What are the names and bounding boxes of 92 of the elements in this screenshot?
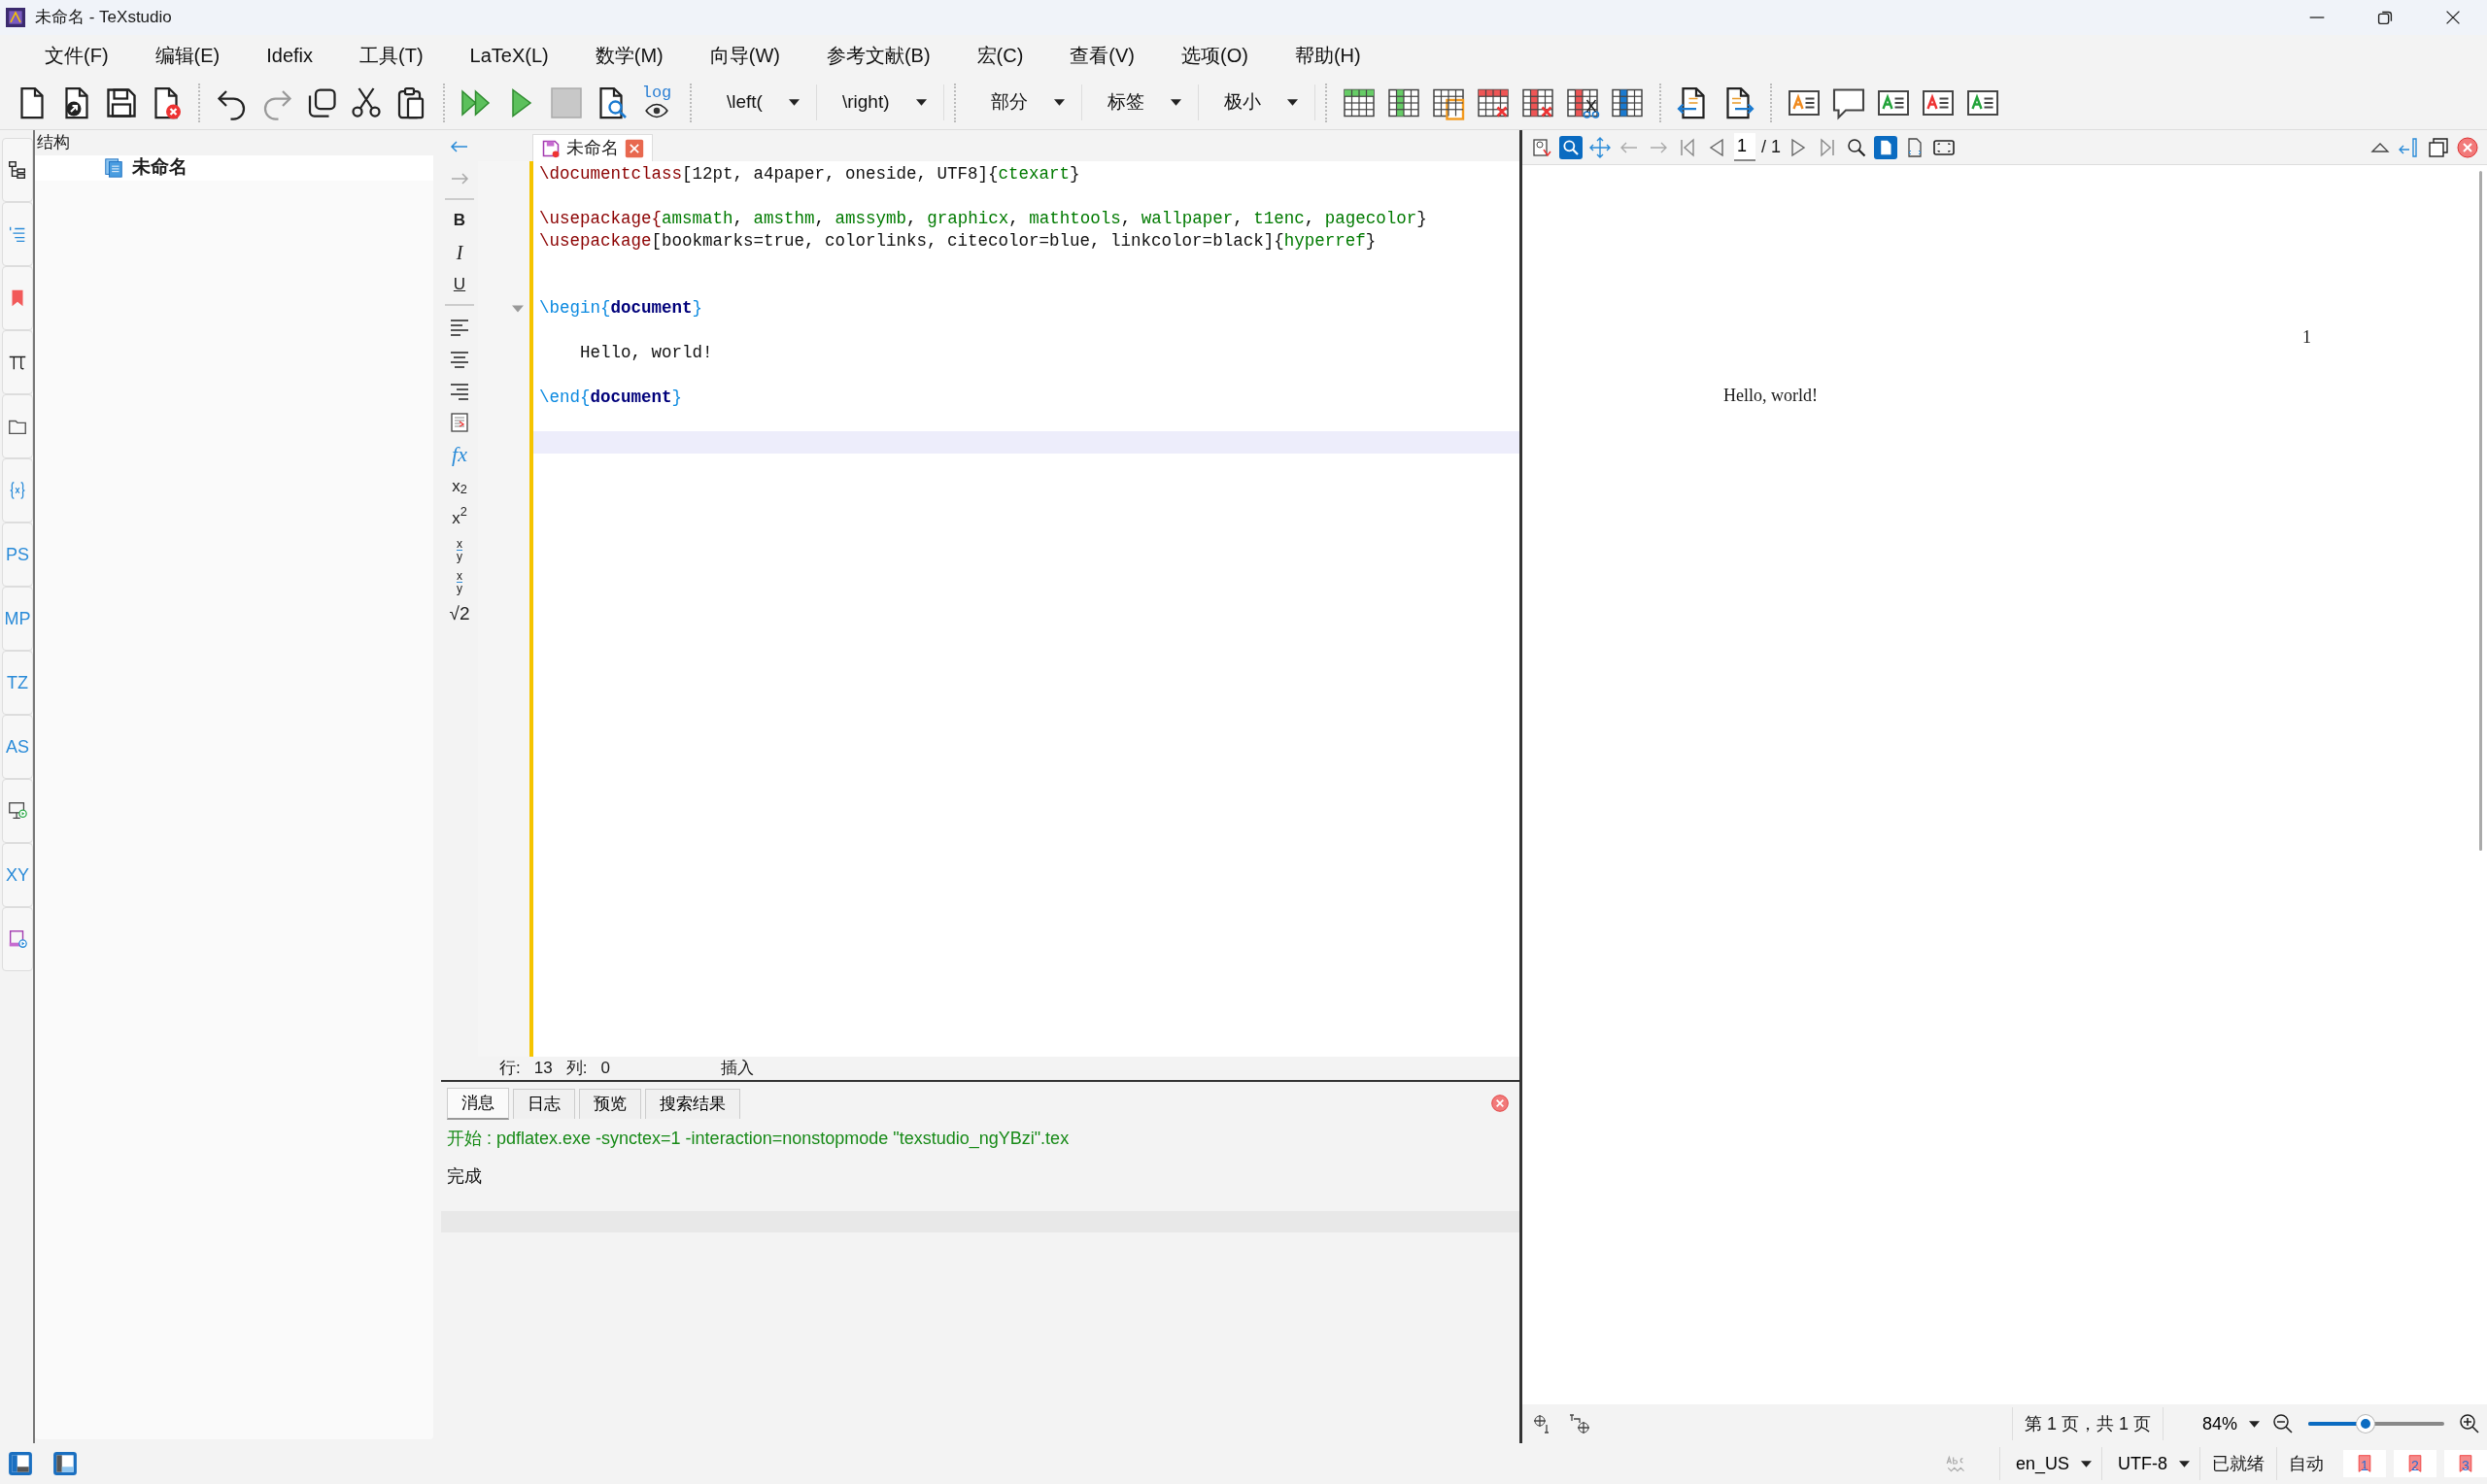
- page-number: 1: [2302, 326, 2311, 349]
- menu-item[interactable]: 工具(T): [336, 37, 447, 74]
- insert-mode: 插入: [720, 1058, 754, 1080]
- magnifier-icon[interactable]: [1559, 135, 1583, 159]
- column-label: 列:: [565, 1058, 588, 1080]
- code-line: \documentclass[12pt, a4paper, oneside, UTF8]{ctexart}: [538, 163, 1081, 186]
- menu-item[interactable]: 选项(O): [1158, 37, 1272, 74]
- fold-arrow-icon[interactable]: [512, 304, 524, 313]
- sync-to-pdf-icon[interactable]: [1569, 1412, 1592, 1435]
- caret-icon: [2081, 1460, 2092, 1467]
- message-tab[interactable]: 搜索结果: [645, 1089, 740, 1119]
- move-arrows-icon[interactable]: [1588, 135, 1612, 159]
- menu-item[interactable]: 帮助(H): [1271, 37, 1384, 74]
- zoom-out-icon[interactable]: [2271, 1412, 2295, 1435]
- math-button[interactable]: I: [445, 236, 474, 268]
- math-button[interactable]: x y: [445, 534, 474, 566]
- code-line: \begin{document}: [538, 297, 704, 320]
- fit-page-icon[interactable]: [1874, 135, 1897, 159]
- dropdown[interactable]: \left(: [701, 84, 817, 120]
- caret-icon: [2179, 1460, 2190, 1467]
- menu-item[interactable]: 向导(W): [686, 37, 803, 74]
- side-tab[interactable]: [2, 394, 33, 458]
- menu-item[interactable]: 查看(V): [1046, 37, 1159, 74]
- scroll-icon: [7, 928, 28, 950]
- zoom-in-icon[interactable]: [2458, 1412, 2481, 1435]
- mode-text: 自动: [2276, 1447, 2335, 1480]
- menu-item[interactable]: Idefix: [243, 37, 337, 74]
- save-icon: [541, 138, 561, 158]
- line-label: 行:: [499, 1058, 521, 1080]
- math-button[interactable]: x$^{2}$: [445, 502, 474, 534]
- panel-title: 结构: [36, 132, 71, 153]
- page-info: 第 1 页，共 1 页: [2011, 1407, 2163, 1440]
- menu-item[interactable]: 数学(M): [571, 37, 687, 74]
- side-tab[interactable]: [2, 779, 33, 843]
- scrollbar-thumb[interactable]: [2478, 171, 2482, 851]
- windows-icon[interactable]: [2427, 135, 2450, 159]
- menu-item[interactable]: 编辑(E): [131, 37, 244, 74]
- dropdown[interactable]: 标签: [1081, 84, 1199, 120]
- message-tab[interactable]: 消息: [447, 1088, 509, 1120]
- message-tab[interactable]: 日志: [513, 1089, 575, 1119]
- caret-icon: [788, 99, 800, 106]
- menu-item[interactable]: LaTeX(L): [446, 37, 572, 74]
- caret-icon: [1286, 99, 1298, 106]
- panel-toggle-icon[interactable]: [52, 1451, 78, 1476]
- code-line: \usepackage[bookmarks=true, colorlinks, citecolor=blue, linkcolor=black]{hyperref}: [538, 230, 1378, 253]
- math-button[interactable]: B: [445, 204, 474, 236]
- menu-item[interactable]: 文件(F): [21, 37, 132, 74]
- insert-document-icon: [448, 410, 471, 434]
- math-button[interactable]: √2: [445, 598, 474, 630]
- tree-item[interactable]: 未命名: [132, 153, 187, 182]
- message-line: 开始 : pdflatex.exe -synctex=1 -interaction=nonstopmode "texstudio_ngYBzi".tex: [446, 1127, 1071, 1151]
- page-field[interactable]: 1: [1734, 133, 1755, 161]
- math-button[interactable]: x$_{2}$: [445, 470, 474, 502]
- language-dropdown[interactable]: en_US: [1998, 1447, 2101, 1480]
- code-line: Hello, world!: [579, 342, 714, 364]
- side-tab[interactable]: [2, 138, 33, 202]
- bookmark-button[interactable]: 1: [2343, 1450, 2386, 1477]
- status-text: 已就绪: [2199, 1447, 2276, 1480]
- zoom-dropdown[interactable]: 84%: [2162, 1407, 2271, 1440]
- menu-item[interactable]: 参考文献(B): [802, 37, 954, 74]
- panel-toggle-icon[interactable]: [8, 1451, 33, 1476]
- code-line: \end{document}: [538, 387, 684, 409]
- side-tab[interactable]: XY: [2, 843, 33, 907]
- math-button[interactable]: x y: [445, 566, 474, 598]
- file-tab[interactable]: 未命名: [532, 134, 653, 161]
- cut-icon[interactable]: [349, 84, 384, 120]
- page-total: / 1: [1761, 136, 1781, 158]
- line-number: 13: [533, 1058, 553, 1080]
- column-number: 0: [600, 1058, 610, 1080]
- dropdown[interactable]: 极小: [1198, 84, 1315, 120]
- math-button[interactable]: U: [445, 268, 474, 300]
- tab-label: 未命名: [566, 137, 619, 159]
- menu-item[interactable]: 宏(C): [953, 37, 1047, 74]
- code-line: \usepackage{amsmath, amsthm, amssymb, graphicx, mathtools, wallpaper, t1enc, pagecolor}: [538, 208, 1428, 230]
- eye-icon: [644, 101, 669, 120]
- dropdown[interactable]: \right): [816, 84, 944, 120]
- page-text: Hello, world!: [1723, 385, 1818, 407]
- caret-icon: [2249, 1420, 2260, 1428]
- slider-thumb[interactable]: [2356, 1415, 2374, 1433]
- message-line: 完成: [446, 1164, 483, 1188]
- caret-icon: [1170, 99, 1181, 106]
- dropdown[interactable]: 部分: [965, 84, 1082, 120]
- caret-icon: [1053, 99, 1065, 106]
- window-title: 未命名 - TeXstudio: [35, 7, 172, 29]
- caret-icon: [915, 99, 927, 106]
- encoding-dropdown[interactable]: UTF-8: [2101, 1447, 2199, 1480]
- log-button[interactable]: log: [633, 84, 680, 120]
- message-tab[interactable]: 预览: [579, 1089, 641, 1119]
- presentation-icon: [7, 800, 28, 822]
- app-logo-icon: [6, 8, 25, 27]
- structure-tree-icon: [7, 159, 28, 181]
- zoom-slider[interactable]: [2308, 1414, 2444, 1433]
